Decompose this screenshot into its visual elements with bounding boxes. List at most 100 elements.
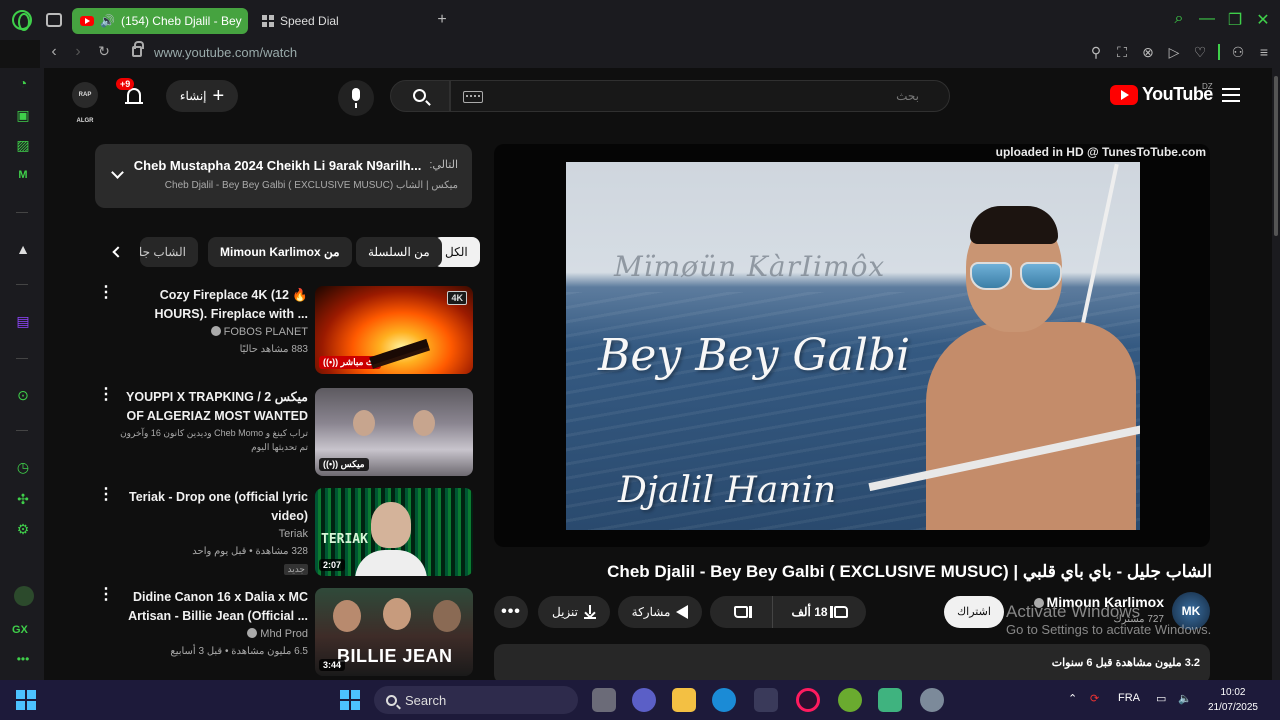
chevron-down-icon[interactable] xyxy=(111,166,124,179)
task-view-icon[interactable] xyxy=(16,690,36,710)
windows-start-icon[interactable] xyxy=(340,690,360,710)
clock[interactable]: 10:02 21/07/2025 xyxy=(1208,685,1258,715)
heart-icon[interactable]: ♡ xyxy=(1192,44,1208,61)
video-thumbnail[interactable]: 4K ((•)) بث مباشر xyxy=(315,286,473,374)
list-item[interactable]: ⋮ Didine Canon 16 x Dalia x MC Artisan -… xyxy=(94,587,474,680)
speaker-icon[interactable]: 🔊 xyxy=(100,14,115,28)
profile-icon[interactable] xyxy=(14,586,34,606)
opera-gx-app-icon[interactable] xyxy=(796,688,820,712)
player-icon[interactable]: ⊙ xyxy=(14,386,32,404)
notifications-button[interactable]: +9 xyxy=(116,78,148,110)
chip-series[interactable]: من السلسلة xyxy=(356,237,442,267)
utorrent-app-icon[interactable] xyxy=(838,688,862,712)
scroll-thumb[interactable] xyxy=(1274,76,1278,236)
dislike-button[interactable] xyxy=(710,596,772,628)
player-send-icon[interactable]: ▷ xyxy=(1166,44,1182,61)
tab-islands-icon[interactable] xyxy=(46,13,62,27)
youtube-logo[interactable]: YouTube xyxy=(1110,84,1213,105)
android-app-icon[interactable] xyxy=(878,688,902,712)
menu-icon[interactable]: ≡ xyxy=(1256,44,1272,61)
minimize-icon[interactable]: — xyxy=(1198,10,1216,30)
list-item[interactable]: ⋮ Teriak - Drop one (official lyric vide… xyxy=(94,487,474,580)
more-icon[interactable]: ••• xyxy=(14,650,32,668)
chip-uploader[interactable]: من Mimoun Karlimox xyxy=(208,237,352,267)
back-icon[interactable]: ‹ xyxy=(44,43,64,61)
chip-cheb-djalil[interactable]: الشاب جليل xyxy=(140,237,198,267)
settings-icon[interactable]: ⚙ xyxy=(14,520,32,538)
video-thumbnail[interactable]: BILLIE JEAN 3:44 xyxy=(315,588,473,676)
video-thumbnail[interactable]: TERIAK 2:07 xyxy=(315,488,473,576)
video-player[interactable]: Mïmøün KàrIimôx Bey Bey Galbi Djalil Han… xyxy=(494,144,1210,547)
folder-app-icon[interactable] xyxy=(672,688,696,712)
wallet-icon[interactable]: ▨ xyxy=(14,136,32,154)
channel-name[interactable]: Mhd Prod xyxy=(244,628,308,640)
video-frame[interactable]: Mïmøün KàrIimôx Bey Bey Galbi Djalil Han… xyxy=(566,162,1140,530)
language-indicator[interactable]: FRA xyxy=(1118,692,1140,704)
adblock-icon[interactable]: ⊗ xyxy=(1140,44,1156,61)
create-button[interactable]: إنشاء + xyxy=(166,80,238,112)
video-title[interactable]: Didine Canon 16 x Dalia x MC Artisan - B… xyxy=(108,588,308,626)
new-tab-button[interactable]: + xyxy=(432,10,452,30)
snapshot-icon[interactable]: ⛶ xyxy=(1114,44,1130,61)
lock-icon[interactable] xyxy=(132,41,144,57)
opera-logo-icon[interactable] xyxy=(12,10,32,31)
aria-icon[interactable]: ▲ xyxy=(14,240,32,258)
twitch-icon[interactable]: ▤ xyxy=(14,312,32,330)
chevron-up-icon[interactable]: ⌃ xyxy=(1068,692,1077,705)
list-item[interactable]: ⋮ ميكس YOUPPI X TRAPKING / 2 OF ALGERIAZ… xyxy=(94,387,474,480)
subscribe-button[interactable]: اشتراك xyxy=(944,596,1004,628)
more-vert-icon[interactable]: ⋮ xyxy=(98,387,114,403)
close-icon[interactable]: ✕ xyxy=(1254,10,1272,30)
share-button[interactable]: مشاركة xyxy=(618,596,702,628)
list-item[interactable]: ⋮ Cozy Fireplace 4K (12 🔥 HOURS). Firepl… xyxy=(94,285,474,378)
taskbar-search[interactable]: Search xyxy=(374,686,578,714)
store-app-icon[interactable] xyxy=(754,688,778,712)
gx-corner-icon[interactable]: M xyxy=(14,166,32,184)
tab-youtube[interactable]: 🔊 (154) Cheb Djalil - Bey xyxy=(72,8,248,34)
video-title[interactable]: Cozy Fireplace 4K (12 🔥 HOURS). Fireplac… xyxy=(108,286,309,324)
more-actions-button[interactable]: ••• xyxy=(494,596,528,628)
scrollbar[interactable] xyxy=(1272,68,1280,680)
channel-name[interactable]: Teriak xyxy=(279,528,308,540)
keyboard-icon[interactable] xyxy=(463,91,483,103)
shopping-bag-icon[interactable]: ▣ xyxy=(14,106,32,124)
video-title[interactable]: Teriak - Drop one (official lyric video) xyxy=(108,488,308,526)
speedometer-icon[interactable]: ◔ xyxy=(14,74,32,92)
search-button[interactable] xyxy=(390,80,450,112)
channel-name[interactable]: تراب كينغ و Cheb Momo وديدين كانون 16 وآ… xyxy=(120,428,308,439)
network-icon[interactable]: ▭ xyxy=(1156,692,1166,705)
up-next-banner[interactable]: التالي: Cheb Mustapha 2024 Cheikh Li 9ar… xyxy=(95,144,472,208)
file-manager-app-icon[interactable] xyxy=(592,688,616,712)
like-button[interactable]: 18 ألف xyxy=(772,596,866,628)
account-icon[interactable]: ⚇ xyxy=(1230,44,1246,61)
channel-name[interactable]: FOBOS PLANET xyxy=(208,326,308,338)
video-title[interactable]: ميكس YOUPPI X TRAPKING / 2 OF ALGERIAZ M… xyxy=(108,388,308,426)
sync-icon[interactable]: ⟳ xyxy=(1090,692,1099,705)
chevron-left-icon[interactable] xyxy=(112,246,124,258)
teams-app-icon[interactable] xyxy=(632,688,656,712)
extensions-icon[interactable]: ✣ xyxy=(14,490,32,508)
download-button[interactable]: تنزيل xyxy=(538,596,610,628)
reload-icon[interactable]: ↻ xyxy=(94,43,114,60)
more-vert-icon[interactable]: ⋮ xyxy=(98,487,114,503)
gx-label[interactable]: GX xyxy=(12,624,28,636)
tab-speed-dial[interactable]: Speed Dial xyxy=(254,8,424,34)
volume-icon[interactable]: 🔈 xyxy=(1178,692,1192,705)
search-tabs-icon[interactable]: ⌕ xyxy=(1170,10,1188,30)
video-thumbnail[interactable]: ((•)) ميكس xyxy=(315,388,473,476)
url-field[interactable]: www.youtube.com/watch xyxy=(154,45,297,60)
up-next-title[interactable]: Cheb Mustapha 2024 Cheikh Li 9arak N9ari… xyxy=(134,158,422,173)
history-icon[interactable]: ◷ xyxy=(14,458,32,476)
edge-app-icon[interactable] xyxy=(712,688,736,712)
forward-icon[interactable]: › xyxy=(68,43,88,61)
pin-icon[interactable]: ⚲ xyxy=(1088,44,1104,61)
settings-app-icon[interactable] xyxy=(920,688,944,712)
avatar[interactable]: RAP ALGR xyxy=(72,82,98,124)
voice-search-button[interactable] xyxy=(338,80,374,116)
more-vert-icon[interactable]: ⋮ xyxy=(98,285,114,301)
search-input[interactable] xyxy=(451,81,949,111)
maximize-icon[interactable]: ❐ xyxy=(1226,10,1244,30)
description-box[interactable]: 3.2 مليون مشاهدة قبل 6 سنوات xyxy=(494,644,1210,680)
hamburger-menu-icon[interactable] xyxy=(1222,88,1240,102)
more-vert-icon[interactable]: ⋮ xyxy=(98,587,114,603)
